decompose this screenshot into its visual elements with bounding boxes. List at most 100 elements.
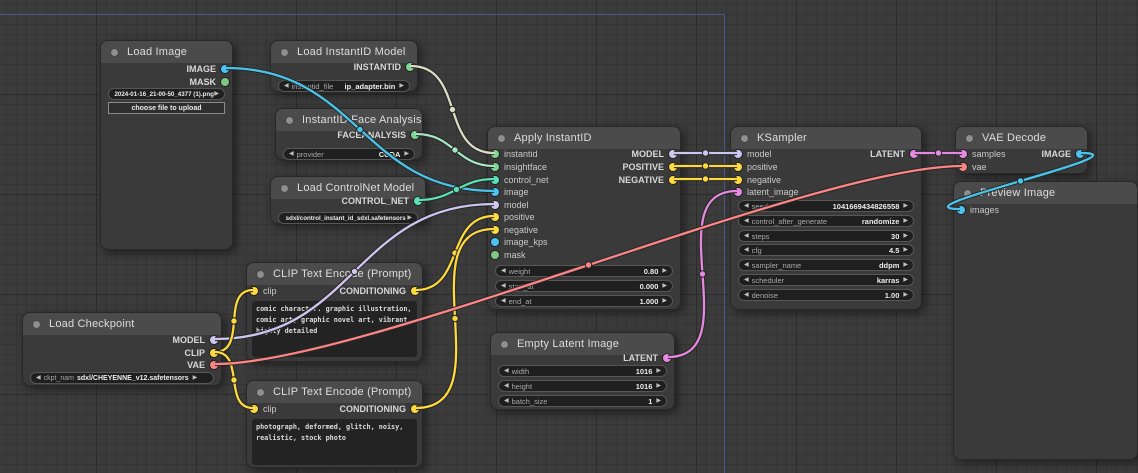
input-dot-model[interactable] <box>734 150 742 158</box>
widget-control-after-generate[interactable]: ◀control_after_generaterandomize▶ <box>738 215 914 227</box>
output-dot-positive[interactable] <box>669 163 677 171</box>
collapse-dot-icon[interactable] <box>500 340 509 349</box>
output-dot-control-net[interactable] <box>414 197 422 205</box>
output-dot-conditioning[interactable] <box>411 287 419 295</box>
collapse-dot-icon[interactable] <box>256 388 265 397</box>
input-dot-latent-image[interactable] <box>734 188 742 196</box>
node-title-bar[interactable]: Load InstantID Model <box>271 41 417 63</box>
widget-decrement-icon[interactable]: ◀ <box>284 83 289 89</box>
widget-increment-icon[interactable]: ▶ <box>903 262 908 268</box>
widget-increment-icon[interactable]: ▶ <box>214 91 219 97</box>
collapse-dot-icon[interactable] <box>256 270 265 279</box>
output-dot-image[interactable] <box>221 65 229 73</box>
collapse-dot-icon[interactable] <box>965 134 974 143</box>
widget-decrement-icon[interactable]: ◀ <box>501 283 506 289</box>
widget-decrement-icon[interactable]: ◀ <box>501 298 506 304</box>
collapse-dot-icon[interactable] <box>280 184 289 193</box>
widget-decrement-icon[interactable]: ◀ <box>289 151 294 157</box>
widget-increment-icon[interactable]: ▶ <box>903 203 908 209</box>
wire-midpoint-dot[interactable] <box>231 377 237 383</box>
output-dot-vae[interactable] <box>210 361 218 369</box>
wire-midpoint-dot[interactable] <box>452 250 458 256</box>
widget-decrement-icon[interactable]: ◀ <box>744 233 749 239</box>
input-dot-clip[interactable] <box>250 405 258 413</box>
input-dot-images[interactable] <box>957 206 965 214</box>
collapse-dot-icon[interactable] <box>32 320 41 329</box>
widget-weight[interactable]: ◀weight0.80▶ <box>495 265 673 277</box>
widget-decrement-icon[interactable]: ◀ <box>36 375 41 381</box>
widget-combo[interactable]: sdxl/control_instant_id_sdxl.safetensors… <box>278 212 418 224</box>
widget-start-at[interactable]: ◀start_at0.000▶ <box>495 280 673 292</box>
widget-increment-icon[interactable]: ▶ <box>662 268 667 274</box>
widget-provider[interactable]: ◀providerCUDA▶ <box>283 148 415 160</box>
widget-increment-icon[interactable]: ▶ <box>903 233 908 239</box>
wire-midpoint-dot[interactable] <box>935 150 941 156</box>
collapse-dot-icon[interactable] <box>110 48 119 57</box>
wire-midpoint-dot[interactable] <box>453 186 459 192</box>
input-dot-samples[interactable] <box>959 150 967 158</box>
collapse-dot-icon[interactable] <box>963 189 972 198</box>
widget-decrement-icon[interactable]: ◀ <box>744 277 749 283</box>
prompt-textarea[interactable]: comic character. graphic illustration, c… <box>252 301 417 357</box>
widget-instantid-file[interactable]: ◀instantid_fileip_adapter.bin▶ <box>278 80 410 92</box>
wire-midpoint-dot[interactable] <box>449 106 455 112</box>
node-title-bar[interactable]: CLIP Text Encode (Prompt) <box>247 263 422 285</box>
collapse-dot-icon[interactable] <box>740 134 749 143</box>
widget-sampler-name[interactable]: ◀sampler_nameddpm▶ <box>738 259 914 271</box>
input-dot-negative[interactable] <box>491 226 499 234</box>
output-dot-latent[interactable] <box>663 354 671 362</box>
wire-midpoint-dot[interactable] <box>702 150 708 156</box>
widget-increment-icon[interactable]: ▶ <box>407 215 412 221</box>
widget-scheduler[interactable]: ◀schedulerkarras▶ <box>738 274 914 286</box>
collapse-dot-icon[interactable] <box>285 116 294 125</box>
widget-height[interactable]: ◀height1016▶ <box>498 380 667 392</box>
widget-increment-icon[interactable]: ▶ <box>662 283 667 289</box>
widget-ckpt-nam[interactable]: ◀ckpt_namsdxl/CHEYENNE_v12.safetensors▶ <box>30 372 214 384</box>
widget-batch-size[interactable]: ◀batch_size1▶ <box>498 395 667 407</box>
output-dot-clip[interactable] <box>210 349 218 357</box>
output-dot-image[interactable] <box>1076 150 1084 158</box>
widget-decrement-icon[interactable]: ◀ <box>501 268 506 274</box>
widget-combo[interactable]: 2024-01-16_21-00-50_4377 (1).png▶ <box>108 88 225 100</box>
widget-increment-icon[interactable]: ▶ <box>903 277 908 283</box>
input-dot-image-kps[interactable] <box>491 238 499 246</box>
widget-increment-icon[interactable]: ▶ <box>404 151 409 157</box>
wire-midpoint-dot[interactable] <box>231 318 237 324</box>
widget-decrement-icon[interactable]: ◀ <box>504 398 509 404</box>
input-dot-insightface[interactable] <box>491 163 499 171</box>
node-title-bar[interactable]: Apply InstantID <box>488 127 680 149</box>
collapse-dot-icon[interactable] <box>497 134 506 143</box>
widget-end-at[interactable]: ◀end_at1.000▶ <box>495 295 673 307</box>
input-dot-model[interactable] <box>491 201 499 209</box>
widget-seed[interactable]: ◀seed1041669434826558▶ <box>738 200 914 212</box>
widget-increment-icon[interactable]: ▶ <box>656 398 661 404</box>
choose-file-button[interactable]: choose file to upload <box>108 102 225 114</box>
wire-midpoint-dot[interactable] <box>702 163 708 169</box>
output-dot-faceanalysis[interactable] <box>411 131 419 139</box>
input-dot-positive[interactable] <box>734 163 742 171</box>
widget-increment-icon[interactable]: ▶ <box>903 218 908 224</box>
widget-steps[interactable]: ◀steps30▶ <box>738 230 914 242</box>
wire-midpoint-dot[interactable] <box>699 271 705 277</box>
output-dot-model[interactable] <box>669 150 677 158</box>
input-dot-positive[interactable] <box>491 213 499 221</box>
node-title-bar[interactable]: Load Image <box>101 41 232 63</box>
widget-decrement-icon[interactable]: ◀ <box>744 203 749 209</box>
wire-midpoint-dot[interactable] <box>452 147 458 153</box>
widget-decrement-icon[interactable]: ◀ <box>744 218 749 224</box>
input-dot-vae[interactable] <box>959 163 967 171</box>
node-title-bar[interactable]: VAE Decode <box>956 127 1087 149</box>
input-dot-mask[interactable] <box>491 251 499 259</box>
node-title-bar[interactable]: InstantID Face Analysis <box>276 109 422 131</box>
output-dot-instantid[interactable] <box>406 63 414 71</box>
output-dot-negative[interactable] <box>669 176 677 184</box>
output-dot-model[interactable] <box>210 336 218 344</box>
collapse-dot-icon[interactable] <box>280 48 289 57</box>
wire-midpoint-dot[interactable] <box>702 176 708 182</box>
input-dot-instantid[interactable] <box>491 150 499 158</box>
input-dot-clip[interactable] <box>250 287 258 295</box>
widget-width[interactable]: ◀width1016▶ <box>498 365 667 377</box>
widget-cfg[interactable]: ◀cfg4.5▶ <box>738 244 914 256</box>
widget-increment-icon[interactable]: ▶ <box>193 375 198 381</box>
widget-decrement-icon[interactable]: ◀ <box>504 383 509 389</box>
